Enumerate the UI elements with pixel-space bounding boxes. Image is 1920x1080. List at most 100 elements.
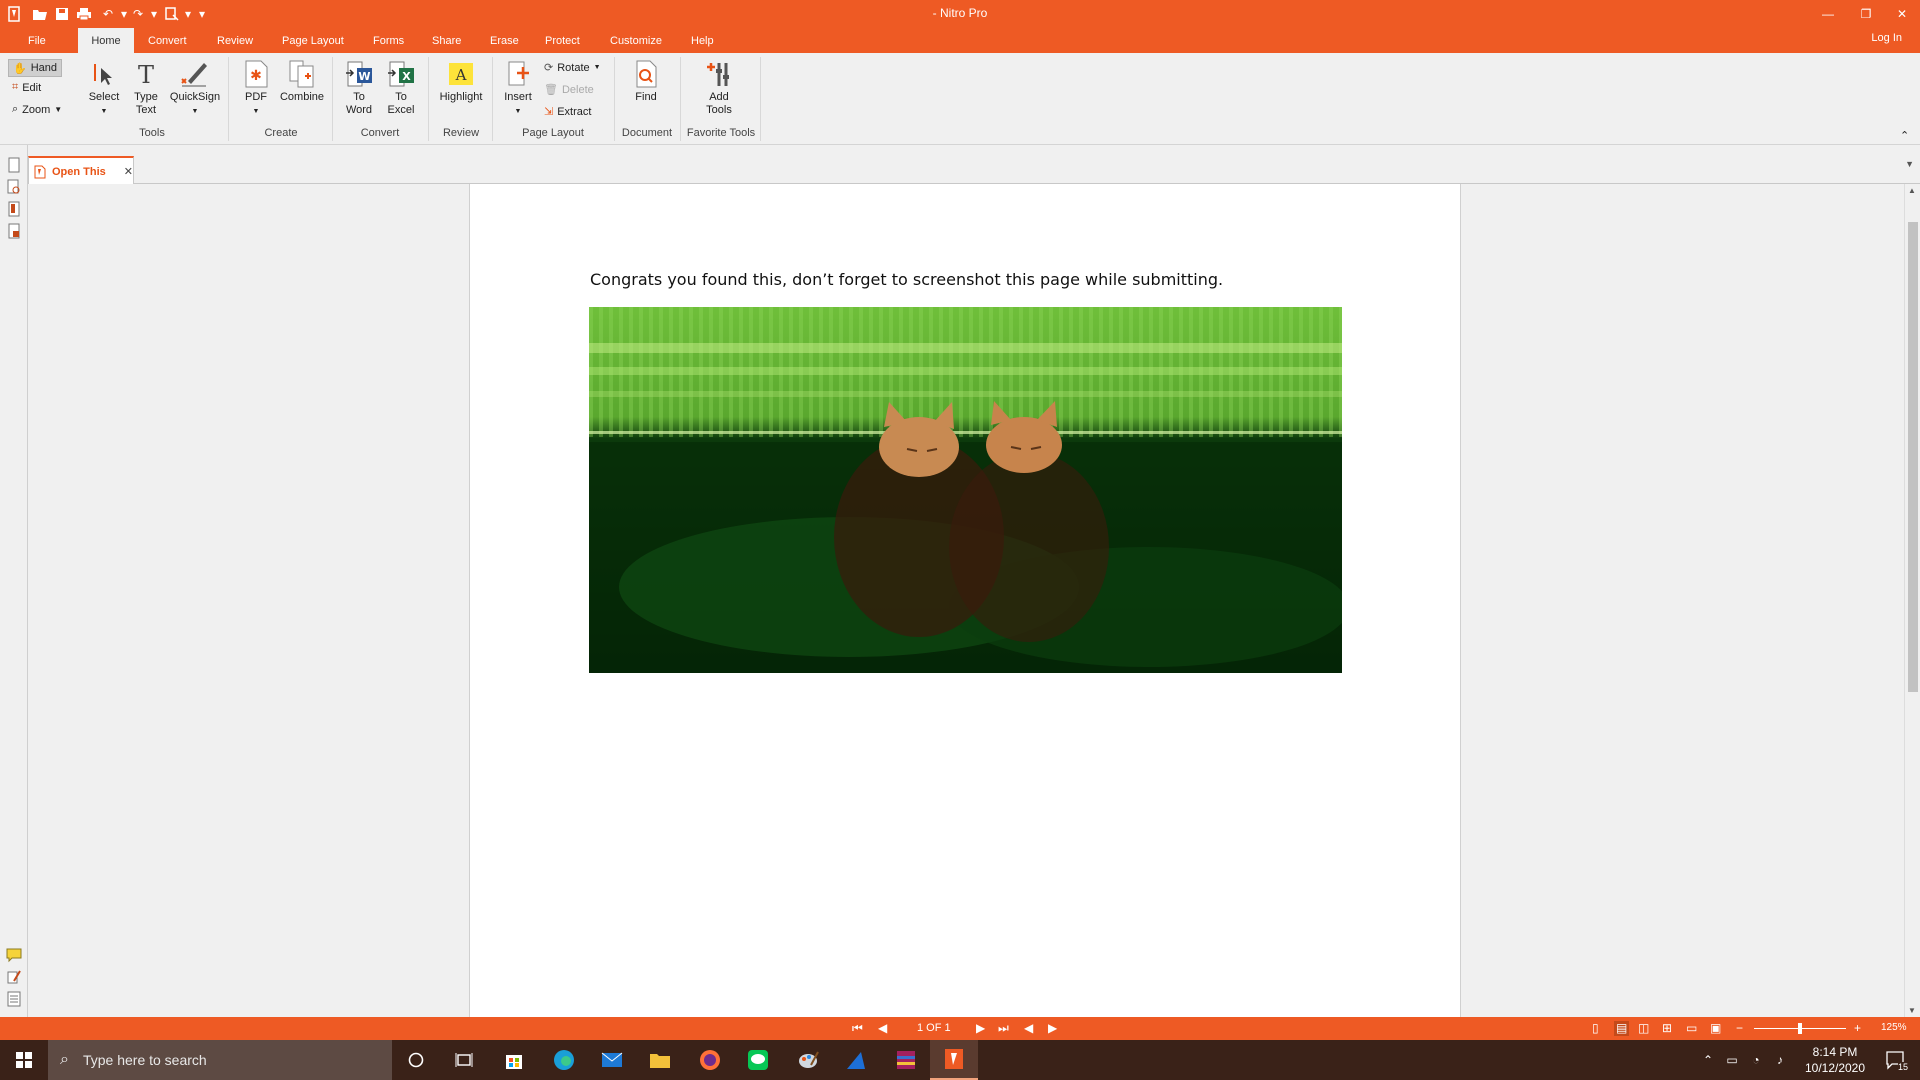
continuous-facing-view-icon[interactable]: ⊞ bbox=[1662, 1021, 1672, 1036]
restore-icon[interactable]: ❐ bbox=[1848, 0, 1884, 28]
first-page-icon[interactable]: ⏮ bbox=[852, 1021, 863, 1036]
document-tab[interactable]: Open This ✕ bbox=[28, 156, 134, 185]
delete-button[interactable]: 🗑 Delete bbox=[544, 83, 594, 97]
close-window-icon[interactable]: ✕ bbox=[1884, 0, 1920, 28]
signatures-icon[interactable] bbox=[6, 969, 22, 985]
group-label-create: Create bbox=[264, 127, 298, 139]
tab-convert[interactable]: Convert bbox=[138, 28, 197, 53]
firefox-app[interactable] bbox=[686, 1040, 734, 1080]
comments-icon[interactable] bbox=[6, 947, 22, 963]
tab-forms[interactable]: Forms bbox=[363, 28, 414, 53]
tab-erase[interactable]: Erase bbox=[480, 28, 529, 53]
vertical-scrollbar[interactable]: ▲ ▼ bbox=[1904, 184, 1920, 1017]
to-word-button[interactable]: W To Word bbox=[342, 59, 376, 117]
type-text-button[interactable]: T Type Text bbox=[128, 59, 164, 117]
highlight-label: Highlight bbox=[439, 91, 483, 103]
next-page-icon[interactable]: ▶ bbox=[976, 1021, 985, 1036]
tab-list-dropdown-icon[interactable]: ▼ bbox=[1905, 159, 1914, 169]
zoom-slider-thumb[interactable] bbox=[1798, 1023, 1802, 1034]
document-tab-bar: Open This ✕ ▼ bbox=[28, 145, 1920, 185]
store-app[interactable] bbox=[490, 1040, 538, 1080]
window-title: - Nitro Pro bbox=[932, 6, 988, 20]
group-label-convert: Convert bbox=[360, 127, 400, 139]
zoom-label: Zoom bbox=[22, 103, 51, 116]
notification-count: 15 bbox=[1898, 1062, 1909, 1072]
tab-home[interactable]: Home bbox=[78, 28, 134, 53]
scroll-thumb[interactable] bbox=[1908, 222, 1918, 692]
winrar-app[interactable] bbox=[882, 1040, 930, 1080]
close-tab-icon[interactable]: ✕ bbox=[124, 165, 133, 178]
zoom-out-icon[interactable]: − bbox=[1736, 1021, 1743, 1036]
bookmarks-icon[interactable] bbox=[6, 179, 22, 195]
task-view-button[interactable] bbox=[440, 1040, 488, 1080]
volume-icon[interactable]: ♪ bbox=[1768, 1040, 1792, 1080]
quicksign-button[interactable]: QuickSign ▼ bbox=[166, 59, 224, 118]
continuous-view-icon[interactable]: ▤ bbox=[1614, 1021, 1630, 1036]
hand-mode-button[interactable]: ✋ Hand bbox=[8, 59, 62, 77]
previous-page-icon[interactable]: ◀ bbox=[878, 1021, 887, 1036]
attachments-icon[interactable] bbox=[6, 201, 22, 217]
to-excel-button[interactable]: X To Excel bbox=[384, 59, 418, 117]
security-icon[interactable] bbox=[6, 223, 22, 239]
svg-text:A: A bbox=[455, 66, 467, 84]
find-button[interactable]: Find bbox=[628, 59, 664, 104]
tab-help[interactable]: Help bbox=[681, 28, 724, 53]
fit-page-icon[interactable]: ▣ bbox=[1710, 1021, 1721, 1036]
start-button[interactable] bbox=[0, 1040, 48, 1080]
battery-icon[interactable]: ▭ bbox=[1720, 1040, 1744, 1080]
wifi-icon[interactable]: ◔ bbox=[1744, 1040, 1768, 1080]
tab-review[interactable]: Review bbox=[207, 28, 263, 53]
scroll-up-icon[interactable]: ▲ bbox=[1908, 186, 1916, 195]
tab-customize[interactable]: Customize bbox=[600, 28, 672, 53]
zoom-in-icon[interactable]: + bbox=[1854, 1021, 1861, 1036]
find-icon bbox=[636, 60, 657, 88]
paint-app[interactable] bbox=[784, 1040, 832, 1080]
edge-app[interactable] bbox=[540, 1040, 588, 1080]
add-tools-button[interactable]: Add Tools bbox=[700, 59, 738, 117]
excel-document-icon: X bbox=[388, 61, 414, 87]
combine-button[interactable]: Combine bbox=[278, 59, 326, 104]
insert-button[interactable]: Insert ▼ bbox=[500, 59, 536, 118]
facing-view-icon[interactable]: ◫ bbox=[1638, 1021, 1649, 1036]
forward-view-icon[interactable]: ▶ bbox=[1048, 1021, 1057, 1036]
select-button[interactable]: Select ▼ bbox=[86, 59, 122, 118]
tab-share[interactable]: Share bbox=[422, 28, 471, 53]
highlight-button[interactable]: A Highlight bbox=[434, 59, 488, 104]
last-page-icon[interactable]: ⏭ bbox=[998, 1021, 1009, 1036]
zoom-slider[interactable] bbox=[1754, 1023, 1846, 1034]
nitro-pro-app[interactable] bbox=[930, 1040, 978, 1080]
cortana-button[interactable] bbox=[392, 1040, 440, 1080]
pdf-button[interactable]: ✱ PDF ▼ bbox=[238, 59, 274, 118]
blue-app[interactable] bbox=[832, 1040, 880, 1080]
single-page-view-icon[interactable]: ▯ bbox=[1592, 1021, 1599, 1036]
login-link[interactable]: Log In bbox=[1871, 32, 1902, 44]
fit-width-icon[interactable]: ▭ bbox=[1686, 1021, 1697, 1036]
pages-icon[interactable] bbox=[6, 157, 22, 173]
extract-button[interactable]: ⇲ Extract bbox=[544, 105, 591, 119]
tab-protect[interactable]: Protect bbox=[535, 28, 590, 53]
zoom-mode-button[interactable]: ⌕ Zoom ▼ bbox=[12, 103, 62, 116]
zoom-icon: ⌕ bbox=[12, 103, 19, 115]
rotate-button[interactable]: ⟳ Rotate ▼ bbox=[544, 61, 601, 75]
back-view-icon[interactable]: ◀ bbox=[1024, 1021, 1033, 1036]
scroll-down-icon[interactable]: ▼ bbox=[1908, 1006, 1916, 1015]
collapse-ribbon-icon[interactable]: ⌃ bbox=[1900, 129, 1909, 142]
mail-app[interactable] bbox=[588, 1040, 636, 1080]
pen-signature-icon bbox=[181, 63, 207, 87]
taskbar-search-box[interactable]: ⌕ Type here to search bbox=[48, 1040, 392, 1080]
output-icon[interactable] bbox=[6, 991, 22, 1007]
ribbon-separator bbox=[614, 57, 615, 141]
zoom-level[interactable]: 125% bbox=[1881, 1022, 1907, 1033]
action-center-button[interactable]: 15 bbox=[1872, 1040, 1920, 1080]
show-hidden-icons[interactable]: ⌃ bbox=[1696, 1040, 1720, 1080]
edit-mode-button[interactable]: ⌗ Edit bbox=[12, 81, 41, 94]
tab-file[interactable]: File bbox=[18, 28, 56, 53]
nitro-icon bbox=[945, 1049, 963, 1069]
file-explorer-app[interactable] bbox=[636, 1040, 684, 1080]
line-app[interactable] bbox=[734, 1040, 782, 1080]
tab-page-layout[interactable]: Page Layout bbox=[272, 28, 354, 53]
minimize-icon[interactable]: — bbox=[1810, 0, 1846, 28]
title-bar: ↶ ▾ ↷ ▾ ▾ ▾ - Nitro Pro — ❐ ✕ bbox=[0, 0, 1920, 28]
page-indicator[interactable]: 1 OF 1 bbox=[917, 1022, 951, 1034]
clock[interactable]: 8:14 PM 10/12/2020 bbox=[1800, 1044, 1870, 1076]
